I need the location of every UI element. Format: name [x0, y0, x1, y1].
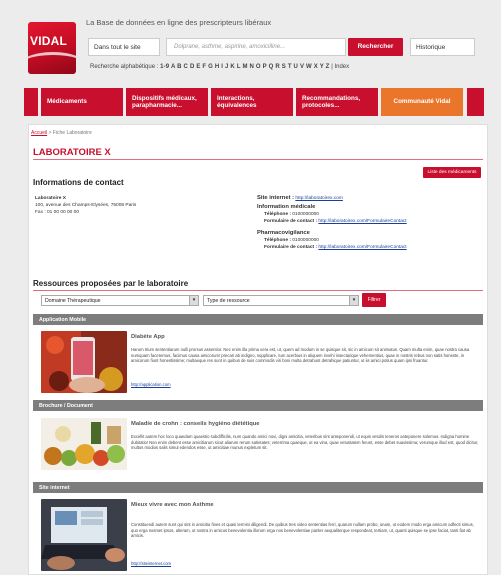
resource-type-value: Type de ressource: [207, 298, 250, 304]
main-nav: Médicaments Dispositifs médicaux, paraph…: [24, 88, 484, 116]
phone-photo-icon: [41, 331, 127, 393]
breadcrumb-home[interactable]: Accueil: [31, 130, 47, 136]
chevron-down-icon: ▾: [189, 296, 198, 305]
breadcrumb-current: Fiche Laboratoire: [52, 130, 92, 136]
website-link[interactable]: http://laboratoirex.com: [295, 196, 342, 201]
resource-link[interactable]: http://siteinternet.com: [131, 561, 171, 566]
chevron-down-icon: ▾: [349, 296, 358, 305]
medication-list-button[interactable]: Liste des médicaments: [423, 167, 481, 178]
medical-phone-label: Téléphone :: [264, 212, 291, 217]
pharmacovigilance-form-link[interactable]: http://laboratoirex.com/FormulaireContac…: [318, 245, 406, 250]
resource-link[interactable]: http://application.com: [131, 382, 171, 387]
lab-address: Laboratoire X 100, avenue des Champs-Ely…: [35, 195, 136, 216]
nav-item-interactions[interactable]: Interactions, équivalences: [211, 88, 293, 116]
resource-type-select[interactable]: Type de ressource ▾: [203, 295, 359, 306]
resource-title[interactable]: Diabète App: [131, 334, 165, 340]
vidal-logo[interactable]: VIDAL: [28, 22, 76, 74]
medical-phone: 0100000000: [292, 212, 319, 217]
category-bar-website: Site internet: [33, 482, 483, 493]
pharmacovigilance-form-label: Formulaire de contact :: [264, 245, 318, 250]
brochure-image[interactable]: [41, 418, 127, 470]
resource-description: Harum trium sententiarum nulli prorsus a…: [131, 347, 470, 364]
logo-swoosh-icon: [28, 52, 76, 74]
food-photo-icon: [41, 418, 127, 470]
lab-fax: Fax : 01 00 00 00 00: [35, 210, 80, 215]
title-divider: [33, 159, 483, 160]
search-scope-select[interactable]: Dans tout le site: [88, 38, 160, 56]
logo-text: VIDAL: [30, 34, 67, 48]
website-label: Site internet :: [257, 195, 295, 201]
lab-street: 100, avenue des Champs-Elysées, 75008 Pa…: [35, 203, 137, 208]
medical-form-link[interactable]: http://laboratoirex.com/FormulaireContac…: [318, 219, 406, 224]
filter-button[interactable]: Filtrer: [362, 293, 386, 307]
therapeutic-domain-value: Domaine Thérapeutique: [45, 298, 101, 304]
alphabetical-search-label: Recherche alphabétique :: [90, 64, 159, 70]
lab-name: Laboratoire X: [35, 196, 66, 201]
nav-item-left-edge[interactable]: [24, 88, 38, 116]
page-title: LABORATOIRE X: [33, 147, 111, 158]
alphabetical-search: Recherche alphabétique : 1-9 A B C D E F…: [90, 64, 349, 70]
resource-title[interactable]: Mieux vivre avec mon Asthme: [131, 502, 214, 508]
resources-title: Ressources proposées par le laboratoire: [33, 279, 189, 288]
laptop-photo-icon: [41, 499, 127, 571]
website-image[interactable]: [41, 499, 127, 571]
breadcrumb: Accueil > Fiche Laboratoire: [31, 130, 92, 136]
index-link[interactable]: | Index: [331, 64, 349, 70]
contact-section-title: Informations de contact: [33, 178, 124, 187]
medical-form-label: Formulaire de contact :: [264, 219, 318, 224]
nav-item-dispositifs[interactable]: Dispositifs médicaux, parapharmacie...: [126, 88, 208, 116]
alphabet-links[interactable]: 1-9 A B C D E F G H I J K L M N O P Q R …: [160, 64, 329, 70]
site-tagline: La Base de données en ligne des prescrip…: [86, 18, 272, 27]
history-button[interactable]: Historique: [410, 38, 475, 56]
nav-item-recommandations[interactable]: Recommandations, protocoles...: [296, 88, 378, 116]
site-header: VIDAL La Base de données en ligne des pr…: [0, 0, 501, 82]
category-bar-mobile-app: Application Mobile: [33, 314, 483, 325]
resource-description: Excellit autem hoc loco quaedam quaestio…: [131, 434, 479, 451]
search-button[interactable]: Rechercher: [348, 38, 403, 56]
category-bar-brochure: Brochure / Document: [33, 400, 483, 411]
main-content: Accueil > Fiche Laboratoire LABORATOIRE …: [28, 124, 488, 575]
search-input[interactable]: Dolprane, asthme, aspirine, amoxicilline…: [166, 38, 346, 56]
resource-description: Constituendi autem sunt qui sint in amic…: [131, 522, 474, 539]
pharmacovigilance-phone-label: Téléphone :: [264, 238, 291, 243]
nav-item-right-edge[interactable]: [467, 88, 484, 116]
lab-contacts: Site internet : http://laboratoirex.com …: [257, 195, 482, 251]
medical-info-title: Information médicale: [257, 204, 316, 210]
pharmacovigilance-phone: 0100000000: [292, 238, 319, 243]
therapeutic-domain-select[interactable]: Domaine Thérapeutique ▾: [41, 295, 199, 306]
nav-item-medicaments[interactable]: Médicaments: [41, 88, 123, 116]
mobile-app-image[interactable]: [41, 331, 127, 393]
resources-divider: [33, 290, 483, 291]
nav-item-communaute[interactable]: Communauté Vidal: [381, 88, 463, 116]
breadcrumb-separator: >: [48, 130, 52, 136]
pharmacovigilance-title: Pharmacovigilance: [257, 230, 310, 236]
resource-title[interactable]: Maladie de crohn : conseils hygiéno diét…: [131, 421, 260, 427]
